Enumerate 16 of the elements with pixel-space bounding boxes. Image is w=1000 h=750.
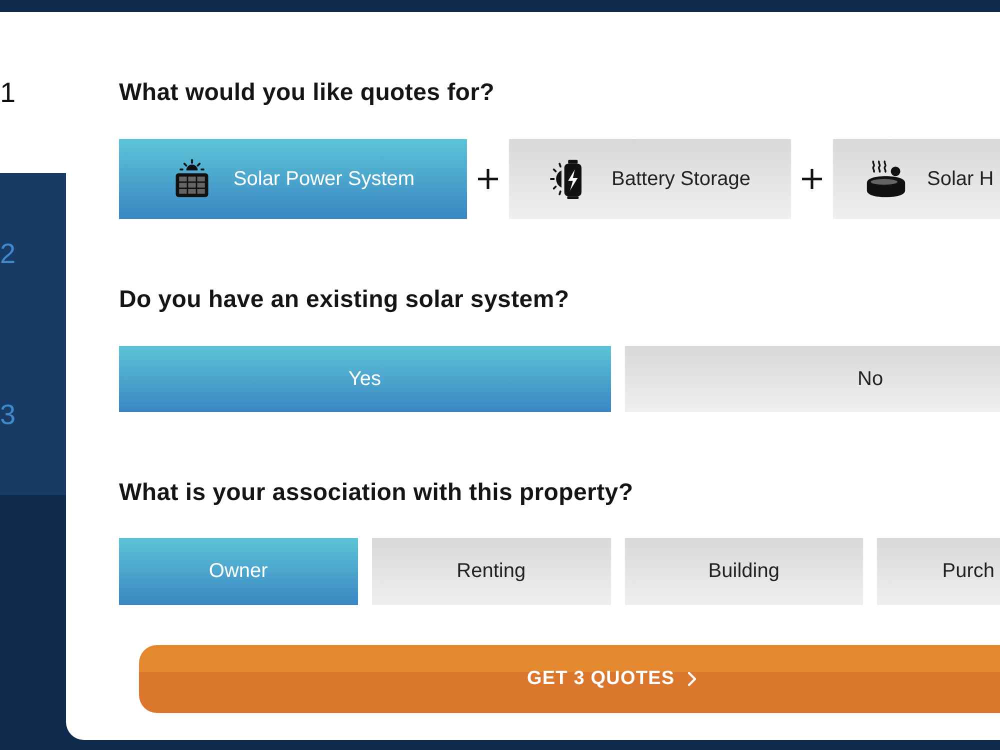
- answer-option[interactable]: Purch: [877, 538, 1000, 605]
- step-indicator: 1: [0, 12, 66, 173]
- plus-icon: [802, 169, 822, 189]
- hot-tub-icon: [865, 158, 907, 200]
- question-title: What would you like quotes for?: [119, 78, 496, 108]
- answer-option[interactable]: No: [624, 346, 1000, 412]
- answer-option[interactable]: Building: [624, 538, 864, 605]
- answer-option[interactable]: Renting: [372, 538, 610, 605]
- question-title: What is your association with this property?: [119, 478, 634, 508]
- step-indicator: 3: [0, 334, 66, 495]
- product-option[interactable]: Battery Storage: [509, 139, 791, 219]
- product-option[interactable]: Solar H: [833, 139, 1000, 219]
- plus-icon: [478, 169, 498, 189]
- question-title: Do you have an existing solar system?: [119, 285, 570, 315]
- chevron-right-icon: [686, 671, 697, 687]
- step-indicator: 2: [0, 173, 66, 334]
